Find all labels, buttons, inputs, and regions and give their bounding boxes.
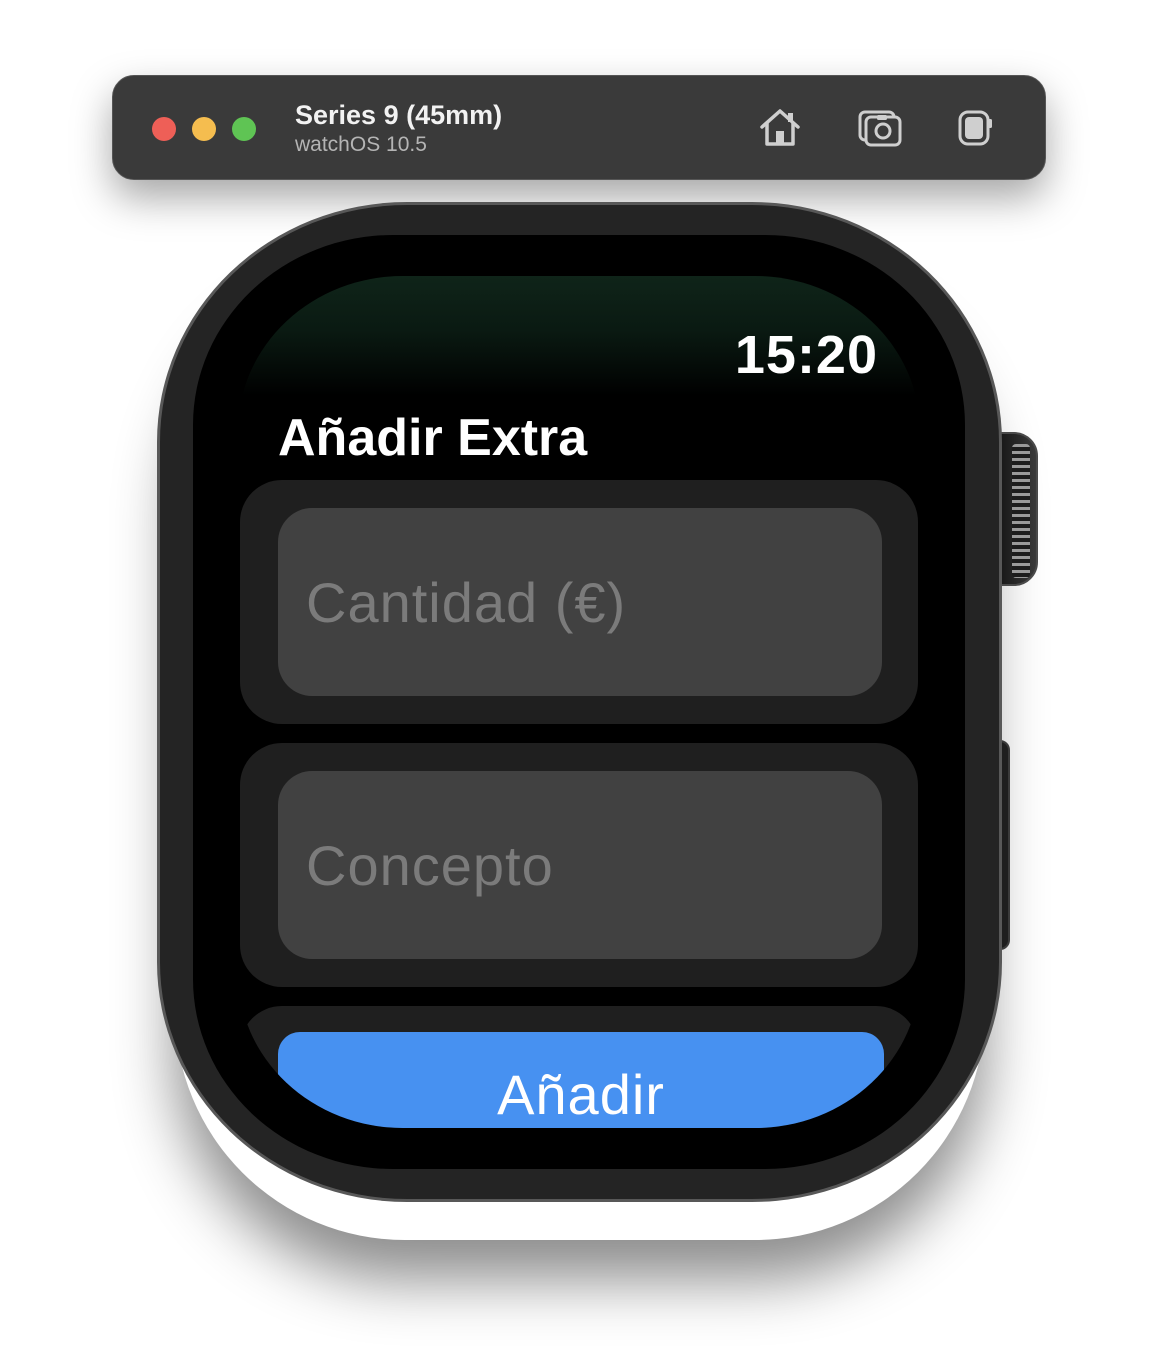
amount-field[interactable]: Cantidad (€)	[278, 508, 882, 696]
home-icon	[760, 109, 800, 146]
page-title: Añadir Extra	[278, 409, 588, 467]
zoom-window-button[interactable]	[232, 117, 256, 141]
concept-placeholder: Concepto	[306, 833, 554, 897]
home-button[interactable]	[755, 104, 805, 152]
close-window-button[interactable]	[152, 117, 176, 141]
rotate-device-button[interactable]	[949, 104, 999, 152]
screenshot-icon	[858, 110, 902, 147]
os-version: watchOS 10.5	[295, 133, 427, 156]
concept-field[interactable]: Concepto	[278, 771, 882, 959]
simulator-stage: Series 9 (45mm) watchOS 10.5 15:20 Añadi…	[0, 0, 1158, 1352]
minimize-window-button[interactable]	[192, 117, 216, 141]
rotate-icon	[958, 110, 992, 146]
amount-cell: Cantidad (€)	[240, 480, 918, 724]
simulator-titlebar: Series 9 (45mm) watchOS 10.5	[112, 75, 1046, 180]
status-time: 15:20	[734, 325, 878, 385]
add-cell: Añadir	[240, 1006, 918, 1128]
crown-ridges	[1012, 444, 1030, 578]
add-button[interactable]: Añadir	[278, 1032, 884, 1128]
amount-placeholder: Cantidad (€)	[306, 570, 627, 634]
concept-cell: Concepto	[240, 743, 918, 987]
device-name: Series 9 (45mm)	[295, 100, 503, 130]
watch-screen: 15:20 Añadir Extra Cantidad (€) Concepto…	[238, 276, 920, 1128]
add-button-label: Añadir	[497, 1063, 665, 1126]
screenshot-button[interactable]	[855, 104, 905, 152]
